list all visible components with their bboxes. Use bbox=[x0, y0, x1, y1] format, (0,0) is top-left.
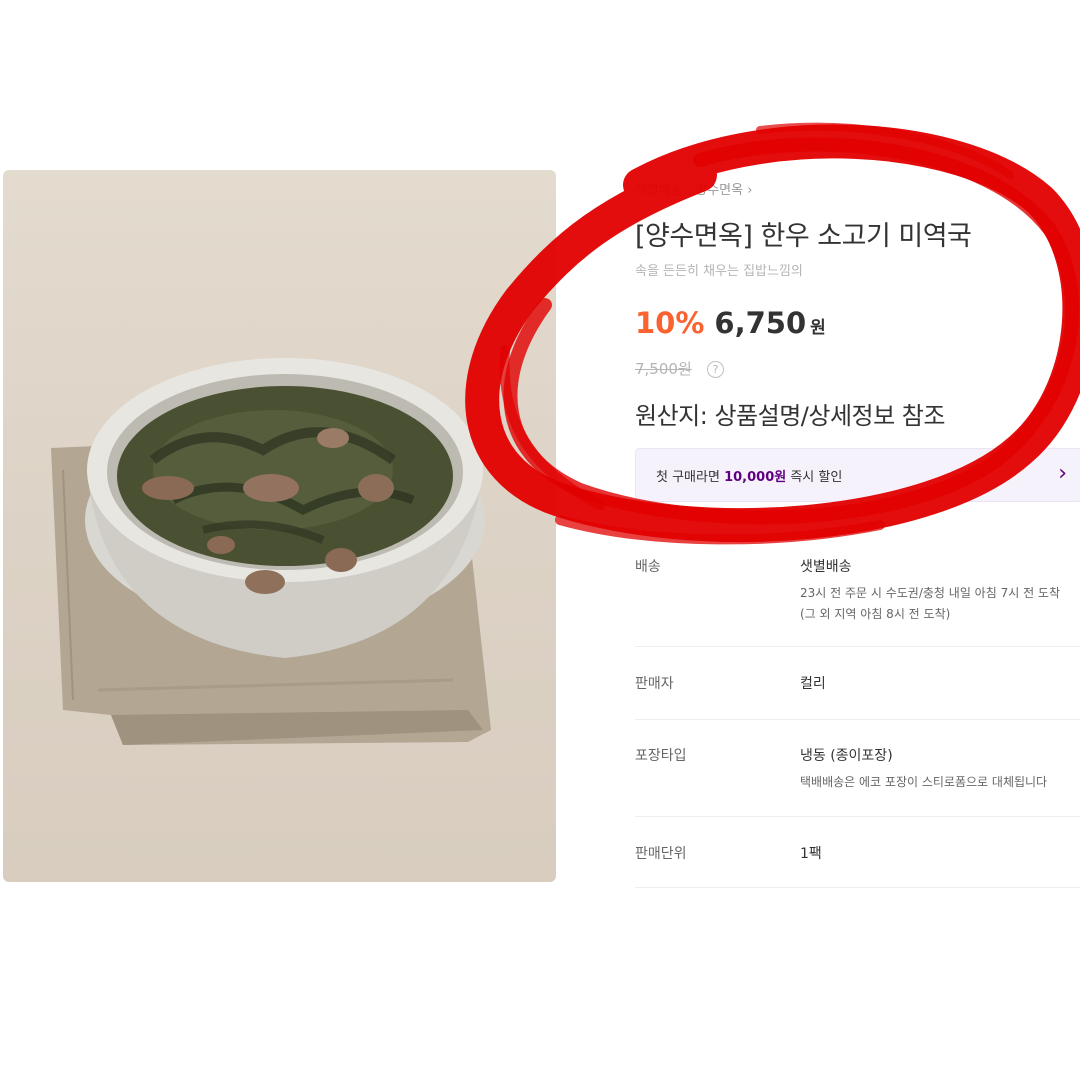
seller-label: 판매자 bbox=[635, 676, 674, 692]
origin-info: 원산지: 상품설명/상세정보 참조 bbox=[635, 402, 945, 430]
price-row: 10% 6,750 원 bbox=[635, 306, 826, 340]
product-title: [양수면옥] 한우 소고기 미역국 bbox=[635, 221, 972, 252]
delivery-row: 배송 샛별배송 23시 전 주문 시 수도권/충청 내일 아침 7시 전 도착 … bbox=[635, 530, 1080, 647]
package-label: 포장타입 bbox=[635, 748, 687, 764]
delivery-note: 23시 전 주문 시 수도권/충청 내일 아침 7시 전 도착 bbox=[800, 586, 1060, 600]
package-note: 택배배송은 에코 포장이 스티로폼으로 대체됩니다 bbox=[800, 775, 1048, 789]
package-row: 포장타입 냉동 (종이포장) 택배배송은 에코 포장이 스티로폼으로 대체됩니다 bbox=[635, 720, 1080, 817]
sale-price: 6,750 bbox=[714, 306, 807, 340]
unit-value: 1팩 bbox=[800, 846, 822, 862]
delivery-value: 샛별배송 bbox=[800, 559, 852, 575]
discount-rate: 10% bbox=[635, 306, 705, 340]
product-info-panel: 샛별배송 · 양수면옥 › [양수면옥] 한우 소고기 미역국 속을 든든히 채… bbox=[635, 0, 1080, 1080]
package-value: 냉동 (종이포장) bbox=[800, 748, 893, 764]
product-subtitle: 속을 든든히 채우는 집밥느낌의 bbox=[635, 264, 803, 279]
delivery-note-2: (그 외 지역 아침 8시 전 도착) bbox=[800, 607, 951, 621]
chevron-right-icon: › bbox=[1058, 461, 1067, 486]
unit-row: 판매단위 1팩 bbox=[635, 817, 1080, 888]
seller-row: 판매자 컬리 bbox=[635, 647, 1080, 720]
seller-value: 컬리 bbox=[800, 676, 826, 692]
breadcrumb[interactable]: 샛별배송 · 양수면옥 › bbox=[635, 179, 752, 198]
delivery-label: 배송 bbox=[635, 559, 661, 575]
help-icon[interactable]: ? bbox=[707, 361, 724, 378]
coupon-text: 첫 구매라면 10,000원 즉시 할인 bbox=[656, 470, 843, 485]
product-image bbox=[3, 170, 556, 882]
original-price: 7,500원 bbox=[635, 360, 692, 378]
unit-label: 판매단위 bbox=[635, 846, 687, 862]
coupon-amount: 10,000원 bbox=[724, 470, 787, 485]
first-purchase-coupon-banner[interactable]: 첫 구매라면 10,000원 즉시 할인 › bbox=[635, 448, 1080, 502]
currency-label: 원 bbox=[810, 318, 826, 338]
